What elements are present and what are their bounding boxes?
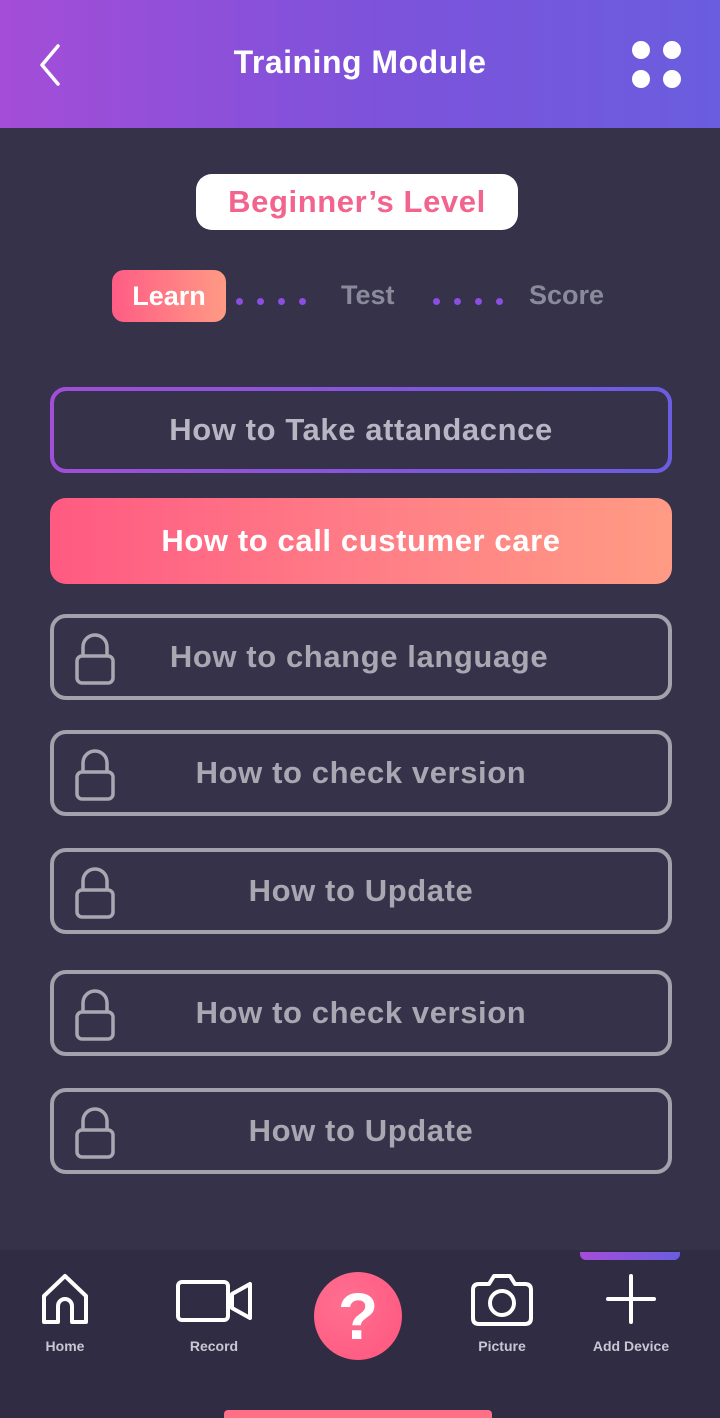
nav-add-device[interactable]: Add Device (584, 1270, 678, 1354)
nav-record[interactable]: Record (170, 1270, 258, 1354)
lock-icon (75, 633, 115, 685)
menu-button[interactable] (624, 36, 688, 96)
lesson-label: How to Update (248, 1113, 474, 1148)
nav-home[interactable]: Home (25, 1270, 105, 1354)
nav-picture-label: Picture (478, 1338, 526, 1354)
lesson-item-locked[interactable]: How to change language (50, 614, 672, 700)
app-header: Training Module (0, 0, 720, 128)
help-button[interactable]: ? (314, 1272, 402, 1360)
step-score[interactable]: Score (529, 280, 604, 311)
page-title: Training Module (233, 44, 487, 80)
nav-add-device-label: Add Device (592, 1338, 670, 1354)
lesson-label: How to Update (248, 873, 474, 908)
lesson-label: How to check version (195, 995, 527, 1030)
nav-home-label: Home (45, 1338, 85, 1354)
lesson-item[interactable]: How to Take attandacnce (50, 387, 672, 473)
camera-icon (471, 1274, 533, 1326)
lock-icon (75, 749, 115, 801)
lesson-item-locked[interactable]: How to check version (50, 730, 672, 816)
lesson-label: How to check version (195, 755, 527, 790)
video-camera-icon (176, 1280, 252, 1322)
lesson-item-locked[interactable]: How to Update (50, 1088, 672, 1174)
home-indicator (224, 1410, 492, 1418)
lesson-item-locked[interactable]: How to check version (50, 970, 672, 1056)
step-test[interactable]: Test (341, 280, 395, 311)
home-icon (42, 1274, 88, 1324)
lock-icon (75, 1107, 115, 1159)
lesson-label: How to change language (169, 639, 549, 674)
lesson-item-locked[interactable]: How to Update (50, 848, 672, 934)
lesson-item[interactable]: How to call custumer care (50, 498, 672, 584)
help-icon: ? (337, 1279, 379, 1353)
lesson-label: How to call custumer care (161, 523, 561, 558)
lock-icon (75, 867, 115, 919)
step-connector (433, 292, 517, 305)
level-badge: Beginner’s Level (196, 174, 518, 230)
plus-icon (606, 1274, 656, 1324)
step-connector (236, 292, 320, 305)
lesson-label: How to Take attandacnce (169, 412, 553, 447)
lock-icon (75, 989, 115, 1041)
nav-picture[interactable]: Picture (462, 1270, 542, 1354)
nav-active-indicator (580, 1252, 680, 1260)
step-learn[interactable]: Learn (112, 270, 226, 322)
nav-record-label: Record (189, 1338, 239, 1354)
